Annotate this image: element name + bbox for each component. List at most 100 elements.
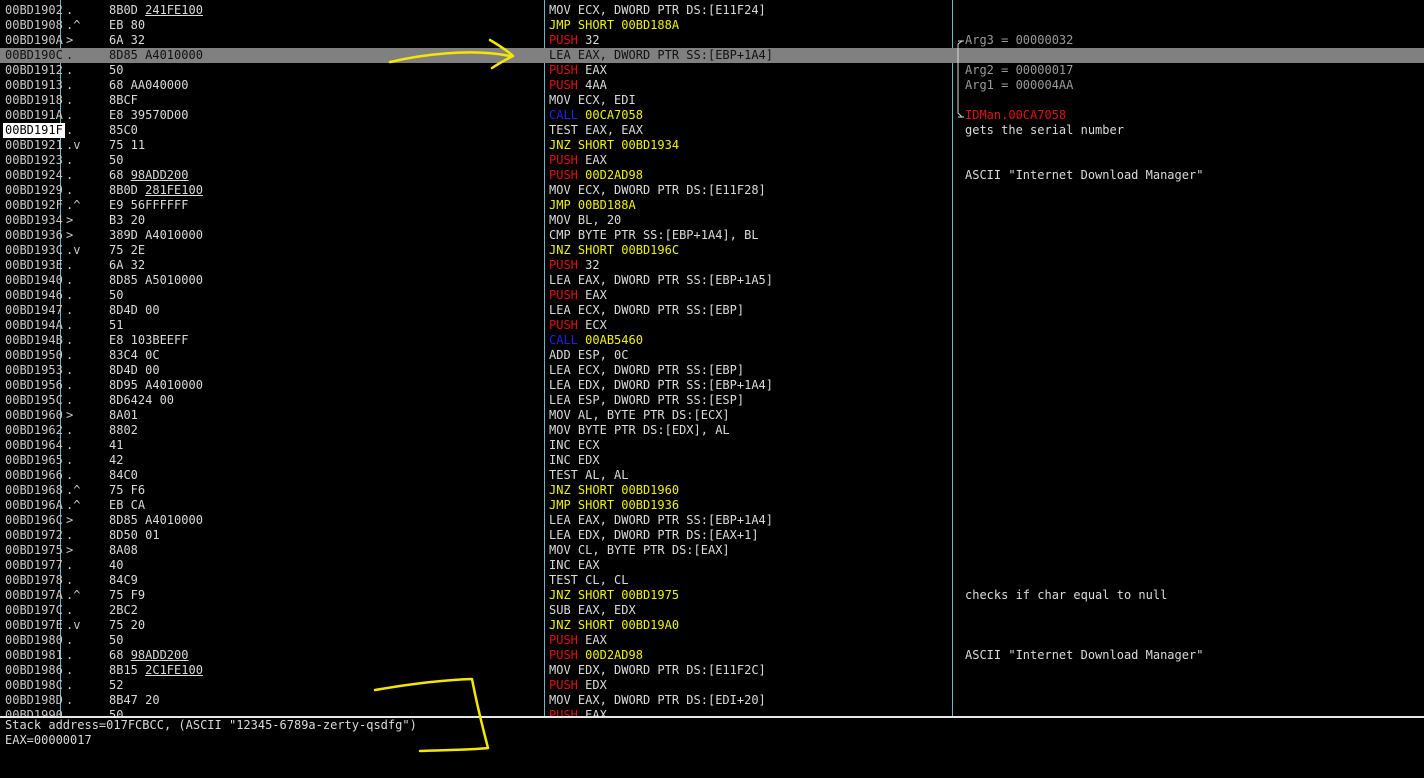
instruction-disassembly: INC ECX <box>549 438 600 453</box>
instruction-row[interactable]: 00BD1968 .^ 75 F6 JNZ SHORT 00BD1960 <box>0 483 1424 498</box>
instruction-disassembly: PUSH 4AA <box>549 78 607 93</box>
instruction-row[interactable]: 00BD191A. E8 39570D00 CALL 00CA7058 IDMan.0… <box>0 108 1424 123</box>
instruction-disassembly: JNZ SHORT 00BD1960 <box>549 483 679 498</box>
instruction-row[interactable]: 00BD198C. 52 PUSH EDX <box>0 678 1424 693</box>
instruction-comment: ASCII "Internet Download Manager" <box>965 648 1204 662</box>
jump-marker: > <box>66 228 74 242</box>
info-pane[interactable]: Stack address=017FCBCC, (ASCII "12345-67… <box>0 718 1424 778</box>
instruction-row[interactable]: 00BD1965. 42 INC EDX <box>0 453 1424 468</box>
instruction-row[interactable]: 00BD1962. 8802 MOV BYTE PTR DS:[EDX], AL <box>0 423 1424 438</box>
instruction-row[interactable]: 00BD1924. 68 98ADD200 PUSH 00D2AD98 ASCII "… <box>0 168 1424 183</box>
instruction-row[interactable]: 00BD194A. 51 PUSH ECX <box>0 318 1424 333</box>
jump-marker: . <box>66 153 74 167</box>
instruction-hex-bytes: 8B15 <box>109 663 146 677</box>
instruction-row[interactable]: 00BD1929. 8B0D 281FE100 MOV ECX, DWORD PTR… <box>0 183 1424 198</box>
jump-marker: . <box>66 468 74 482</box>
instruction-row[interactable]: 00BD196C >8D85 A4010000 LEA EAX, DWORD PTR… <box>0 513 1424 528</box>
instruction-hex-bytes: 40 <box>109 558 124 572</box>
instruction-row[interactable]: 00BD190A >6A 32 PUSH 32 Arg3 = 00000032 <box>0 33 1424 48</box>
instruction-hex-bytes: 52 <box>109 678 124 692</box>
instruction-hex-bytes: 8B0D <box>109 3 146 17</box>
instruction-row[interactable]: 00BD196A .^ EB CA JMP SHORT 00BD1936 <box>0 498 1424 513</box>
instruction-row[interactable]: 00BD1947. 8D4D 00 LEA ECX, DWORD PTR SS:[E… <box>0 303 1424 318</box>
instruction-disassembly: MOV BYTE PTR DS:[EDX], AL <box>549 423 730 438</box>
instruction-disassembly: PUSH 32 <box>549 258 600 273</box>
instruction-hex-bytes: 8802 <box>109 423 138 437</box>
instruction-row[interactable]: 00BD1977. 40 INC EAX <box>0 558 1424 573</box>
instruction-row[interactable]: 00BD195C. 8D6424 00 LEA ESP, DWORD PTR SS:… <box>0 393 1424 408</box>
instruction-hex: 75 F6 <box>109 483 145 498</box>
instruction-address: 00BD1929 <box>5 183 63 197</box>
instruction-mnemonic: MOV <box>549 663 571 677</box>
jump-marker: . <box>66 453 74 467</box>
instruction-row[interactable]: 00BD197E .v 75 20 JNZ SHORT 00BD19A0 <box>0 618 1424 633</box>
instruction-row[interactable]: 00BD192F .^ E9 56FFFFFF JMP 00BD188A <box>0 198 1424 213</box>
instruction-mnemonic: LEA <box>549 393 571 407</box>
instruction-row[interactable]: 00BD1981. 68 98ADD200 PUSH 00D2AD98 ASCII "… <box>0 648 1424 663</box>
instruction-row[interactable]: 00BD198D. 8B47 20 MOV EAX, DWORD PTR DS:[E… <box>0 693 1424 708</box>
jump-marker: . <box>66 318 74 332</box>
instruction-hex: B3 20 <box>109 213 145 228</box>
jump-marker: .^ <box>66 588 81 602</box>
instruction-row[interactable]: 00BD1936 >389D A4010000 CMP BYTE PTR SS:[E… <box>0 228 1424 243</box>
jump-marker: . <box>66 648 74 662</box>
instruction-operands: EAX <box>585 708 607 716</box>
instruction-row[interactable]: 00BD1990. 50 PUSH EAX <box>0 708 1424 716</box>
instruction-operands: SHORT 00BD196C <box>577 243 680 257</box>
jump-marker: .v <box>66 138 81 152</box>
instruction-row[interactable]: 00BD1940. 8D85 A5010000 LEA EAX, DWORD PTR… <box>0 273 1424 288</box>
jump-marker: . <box>66 108 74 122</box>
instruction-row[interactable]: 00BD1953. 8D4D 00 LEA ECX, DWORD PTR SS:[E… <box>0 363 1424 378</box>
instruction-hex: 8A01 <box>109 408 138 423</box>
instruction-disassembly: PUSH 00D2AD98 <box>549 168 643 183</box>
instruction-hex-bytes: 50 <box>109 153 124 167</box>
instruction-row[interactable]: 00BD193E. 6A 32 PUSH 32 <box>0 258 1424 273</box>
instruction-disassembly: PUSH 00D2AD98 <box>549 648 643 663</box>
instruction-disassembly: INC EAX <box>549 558 600 573</box>
instruction-row[interactable]: 00BD191F. 85C0 TEST EAX, EAX gets the seria… <box>0 123 1424 138</box>
instruction-row[interactable]: 00BD1912. 50 PUSH EAX Arg2 = 00000017 <box>0 63 1424 78</box>
instruction-hex: 84C0 <box>109 468 138 483</box>
instruction-row[interactable]: 00BD1978. 84C9 TEST CL, CL <box>0 573 1424 588</box>
instruction-operands: EAX <box>585 633 607 647</box>
instruction-operands: ESP, DWORD PTR SS:[ESP] <box>577 393 745 407</box>
instruction-disassembly: PUSH EAX <box>549 153 607 168</box>
instruction-hex: E8 39570D00 <box>109 108 188 123</box>
instruction-row[interactable]: 00BD1908 .^ EB 80 JMP SHORT 00BD188A <box>0 18 1424 33</box>
instruction-row[interactable]: 00BD1913. 68 AA040000 PUSH 4AA Arg1 = 00000… <box>0 78 1424 93</box>
instruction-row[interactable]: 00BD1921 .v 75 11 JNZ SHORT 00BD1934 <box>0 138 1424 153</box>
instruction-mnemonic: CALL <box>549 108 578 122</box>
instruction-row[interactable]: 00BD1966. 84C0 TEST AL, AL <box>0 468 1424 483</box>
instruction-hex-bytes: 8D85 A4010000 <box>109 48 203 62</box>
instruction-row[interactable]: 00BD1950. 83C4 0C ADD ESP, 0C <box>0 348 1424 363</box>
jump-marker: . <box>66 423 74 437</box>
instruction-hex: 50 <box>109 153 123 168</box>
instruction-mnemonic: PUSH <box>549 33 578 47</box>
disassembly-pane[interactable]: 00BD1902. 8B0D 241FE100 MOV ECX, DWORD PTR… <box>0 0 1424 716</box>
instruction-row[interactable]: 00BD1923. 50 PUSH EAX <box>0 153 1424 168</box>
instruction-row[interactable]: 00BD193C .v 75 2E JNZ SHORT 00BD196C <box>0 243 1424 258</box>
instruction-row[interactable]: 00BD1964. 41 INC ECX <box>0 438 1424 453</box>
instruction-row[interactable]: 00BD197C. 2BC2 SUB EAX, EDX <box>0 603 1424 618</box>
jump-marker: . <box>66 633 74 647</box>
instruction-hex-bytes: 83C4 0C <box>109 348 160 362</box>
instruction-row[interactable]: 00BD194B. E8 103BEEFF CALL 00AB5460 <box>0 333 1424 348</box>
instruction-hex: 389D A4010000 <box>109 228 203 243</box>
instruction-row[interactable]: 00BD1956. 8D95 A4010000 LEA EDX, DWORD PTR… <box>0 378 1424 393</box>
instruction-row[interactable]: 00BD1946. 50 PUSH EAX <box>0 288 1424 303</box>
instruction-operands: EAX, EAX <box>585 123 643 137</box>
instruction-row[interactable]: 00BD1986. 8B15 2C1FE100 MOV EDX, DWORD PTR… <box>0 663 1424 678</box>
instruction-disassembly: PUSH ECX <box>549 318 607 333</box>
instruction-row[interactable]: 00BD197A .^ 75 F9 JNZ SHORT 00BD1975 checks … <box>0 588 1424 603</box>
instruction-row[interactable]: 00BD1934 > B3 20 MOV BL, 20 <box>0 213 1424 228</box>
instruction-row[interactable]: 00BD1918. 8BCF MOV ECX, EDI <box>0 93 1424 108</box>
instruction-row[interactable]: 00BD1972. 8D50 01 LEA EDX, DWORD PTR DS:[E… <box>0 528 1424 543</box>
instruction-row[interactable]: 00BD1975 >8A08 MOV CL, BYTE PTR DS:[EAX] <box>0 543 1424 558</box>
instruction-row[interactable]: 00BD1960 >8A01 MOV AL, BYTE PTR DS:[ECX] <box>0 408 1424 423</box>
instruction-operands: BL, 20 <box>577 213 622 227</box>
selected-instruction-row[interactable]: 00BD190C. 8D85 A4010000 LEA EAX, DWORD PTR… <box>0 48 1424 63</box>
instruction-row[interactable]: 00BD1902. 8B0D 241FE100 MOV ECX, DWORD PTR… <box>0 3 1424 18</box>
instruction-disassembly: MOV CL, BYTE PTR DS:[EAX] <box>549 543 730 558</box>
instruction-row[interactable]: 00BD1980. 50 PUSH EAX <box>0 633 1424 648</box>
instruction-disassembly: MOV ECX, EDI <box>549 93 636 108</box>
